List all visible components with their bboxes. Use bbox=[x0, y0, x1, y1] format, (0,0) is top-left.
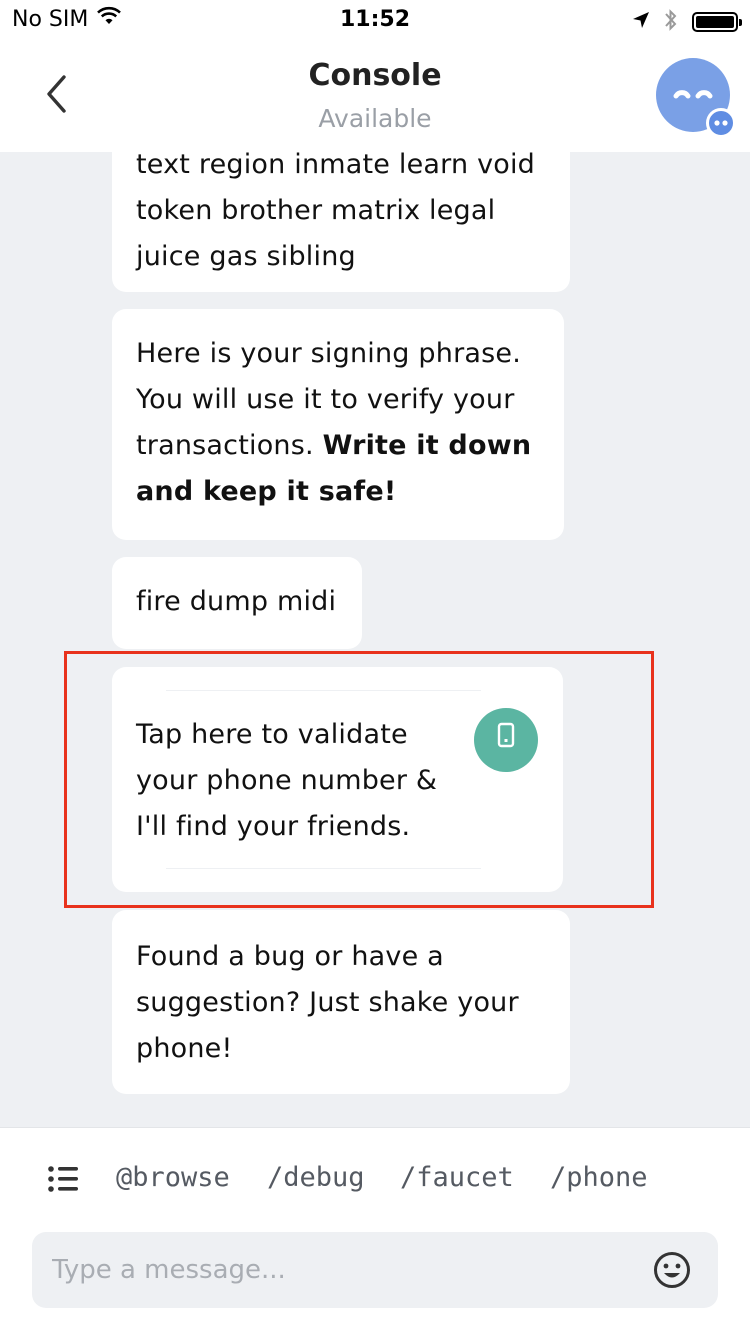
message-text: text region inmate learn void token brot… bbox=[136, 152, 536, 272]
status-bar: No SIM 11:52 bbox=[0, 0, 750, 40]
chat-header: Console Available bbox=[0, 40, 750, 152]
battery-fill bbox=[696, 16, 734, 28]
composer: @browse /debug /faucet /phone bbox=[0, 1127, 750, 1335]
command-bar: @browse /debug /faucet /phone bbox=[0, 1156, 750, 1200]
message-bubble: text region inmate learn void token brot… bbox=[112, 152, 570, 292]
message-bubble: fire dump midi bbox=[112, 557, 362, 649]
chat-badge-icon bbox=[706, 108, 736, 138]
status-right bbox=[632, 8, 742, 36]
phone-icon bbox=[496, 717, 516, 763]
message-text: Found a bug or have a suggestion? Just s… bbox=[136, 941, 519, 1064]
message-input-box bbox=[32, 1232, 718, 1308]
battery-icon bbox=[692, 12, 742, 32]
message-text: fire dump midi bbox=[136, 586, 337, 617]
command-browse[interactable]: @browse bbox=[116, 1160, 230, 1196]
message-list[interactable]: text region inmate learn void token brot… bbox=[0, 152, 750, 1127]
bluetooth-icon bbox=[664, 8, 678, 36]
message-bubble: Here is your signing phrase. You will us… bbox=[112, 309, 564, 540]
list-icon[interactable] bbox=[46, 1162, 80, 1196]
validate-phone-button[interactable] bbox=[474, 708, 538, 772]
smiley-icon[interactable] bbox=[652, 1250, 692, 1290]
validate-phone-bubble[interactable]: Tap here to validate your phone number &… bbox=[112, 667, 563, 892]
chat-status: Available bbox=[318, 104, 432, 133]
chat-title: Console bbox=[308, 58, 442, 93]
message-input[interactable] bbox=[52, 1232, 642, 1308]
divider bbox=[166, 868, 481, 869]
divider bbox=[166, 690, 481, 691]
message-text: Tap here to validate your phone number &… bbox=[136, 719, 438, 842]
command-debug[interactable]: /debug bbox=[267, 1160, 365, 1196]
command-phone[interactable]: /phone bbox=[550, 1160, 648, 1196]
message-bubble: Found a bug or have a suggestion? Just s… bbox=[112, 910, 570, 1094]
command-faucet[interactable]: /faucet bbox=[400, 1160, 514, 1196]
location-arrow-icon bbox=[632, 11, 650, 33]
